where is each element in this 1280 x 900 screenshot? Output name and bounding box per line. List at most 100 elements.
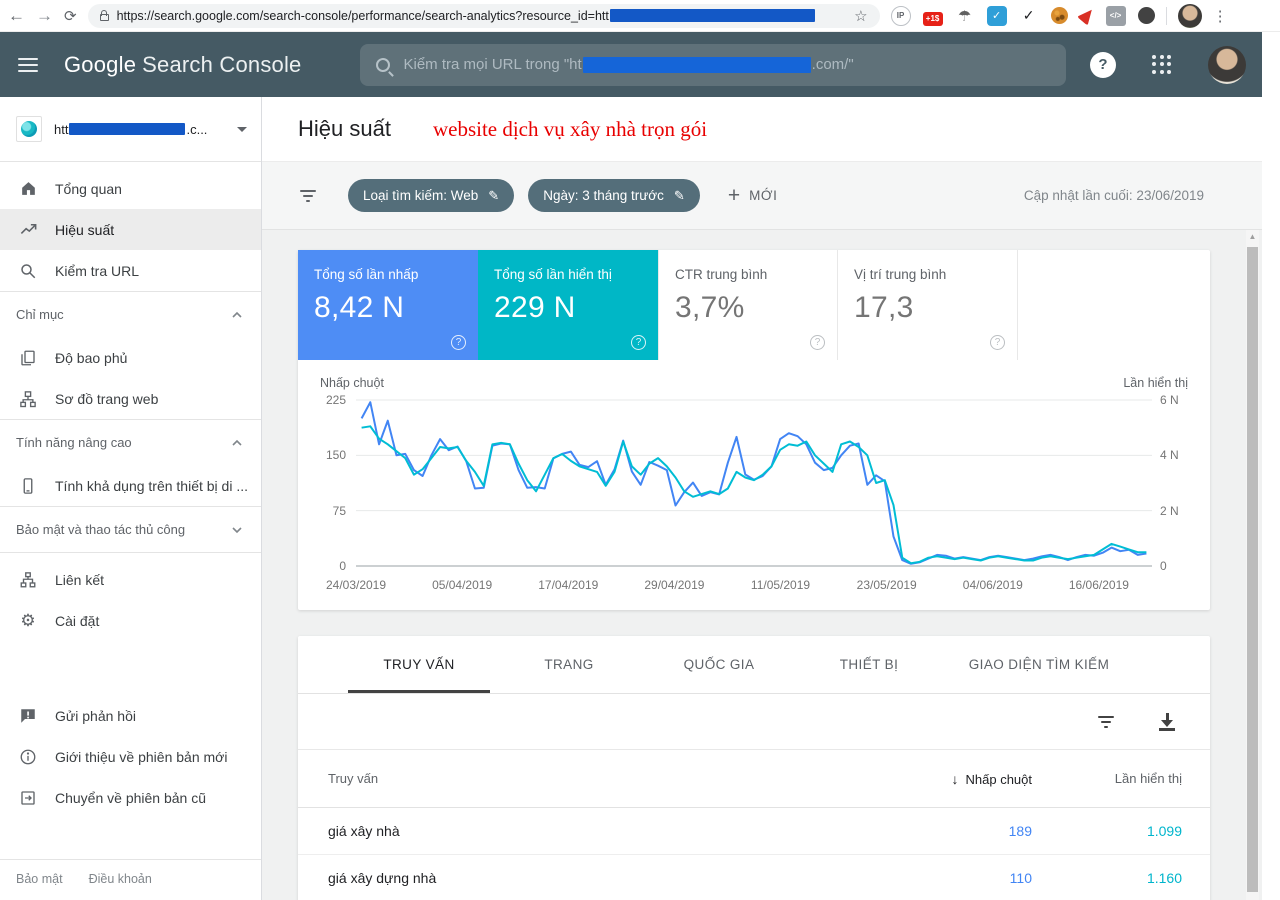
property-selector[interactable]: htt .c... bbox=[0, 97, 261, 162]
impressions-cell: 1.099 bbox=[1032, 823, 1182, 839]
new-filter-button[interactable]: + MỚI bbox=[728, 184, 778, 208]
sidebar-item-overview[interactable]: Tổng quan bbox=[0, 168, 261, 209]
browser-chrome: ← → ⟳ https://search.google.com/search-c… bbox=[0, 0, 1280, 32]
last-updated-text: Cập nhật lần cuối: 23/06/2019 bbox=[1024, 188, 1232, 203]
tab-pages[interactable]: TRANG bbox=[494, 636, 644, 693]
chip-label: Loại tìm kiếm: Web bbox=[363, 188, 478, 203]
metric-card-position[interactable]: Vị trí trung bình 17,3 ? bbox=[838, 250, 1018, 360]
metric-value: 8,42 N bbox=[314, 291, 462, 325]
clicks-cell: 189 bbox=[862, 823, 1032, 839]
rocket-extension-icon[interactable] bbox=[1076, 5, 1096, 25]
sidebar-item-mobile-usability[interactable]: Tính khả dụng trên thiết bị di ... bbox=[0, 465, 261, 506]
tab-search-appearance[interactable]: GIAO DIỆN TÌM KIẾM bbox=[944, 636, 1134, 693]
sidebar-item-performance[interactable]: Hiệu suất bbox=[0, 209, 261, 250]
umbrella-extension-icon[interactable]: ☂ bbox=[955, 6, 975, 26]
query-cell: giá xây nhà bbox=[328, 823, 862, 839]
table-row[interactable]: giá xây nhà 189 1.099 bbox=[298, 808, 1210, 855]
clicks-cell: 110 bbox=[862, 870, 1032, 886]
checkmark-extension-icon[interactable]: ✓ bbox=[1019, 6, 1039, 26]
left-tick-label: 150 bbox=[326, 448, 346, 462]
column-header-clicks[interactable]: ↓Nhấp chuột bbox=[862, 771, 1032, 787]
new-filter-label: MỚI bbox=[749, 188, 777, 203]
help-button[interactable]: ? bbox=[1090, 52, 1116, 78]
sidebar-item-about-new-version[interactable]: Giới thiệu về phiên bản mới bbox=[0, 736, 261, 777]
metric-card-ctr[interactable]: CTR trung bình 3,7% ? bbox=[658, 250, 838, 360]
tab-queries[interactable]: TRUY VẤN bbox=[344, 636, 494, 693]
privacy-link[interactable]: Bảo mật bbox=[16, 872, 63, 886]
metric-value: 229 N bbox=[494, 291, 642, 325]
app-logo[interactable]: GoogleSearch Console bbox=[64, 52, 302, 78]
cashback-extension-icon[interactable]: +1$ bbox=[923, 12, 943, 26]
date-range-chip[interactable]: Ngày: 3 tháng trước ✎ bbox=[528, 179, 700, 212]
scrollbar-up-arrow[interactable]: ▲ bbox=[1246, 232, 1259, 241]
search-type-chip[interactable]: Loại tìm kiếm: Web ✎ bbox=[348, 179, 514, 212]
column-header-clicks-label: Nhấp chuột bbox=[966, 772, 1033, 787]
table-toolbar bbox=[298, 694, 1210, 750]
search-placeholder-suffix: .com/" bbox=[812, 56, 854, 73]
column-header-query[interactable]: Truy vấn bbox=[328, 771, 862, 786]
line-chart-plot[interactable] bbox=[356, 398, 1152, 568]
left-axis-title: Nhấp chuột bbox=[320, 376, 384, 390]
table-filter-icon[interactable] bbox=[1096, 716, 1116, 728]
sidebar-item-coverage[interactable]: Độ bao phủ bbox=[0, 337, 261, 378]
reload-button[interactable]: ⟳ bbox=[64, 7, 77, 25]
checkbox-extension-icon[interactable]: ✓ bbox=[987, 6, 1007, 26]
cookie-extension-icon[interactable] bbox=[1051, 7, 1068, 24]
page-scrollbar[interactable]: ▲ bbox=[1246, 230, 1259, 900]
tab-devices[interactable]: THIẾT BỊ bbox=[794, 636, 944, 693]
search-icon bbox=[376, 58, 390, 72]
help-icon[interactable]: ? bbox=[810, 335, 825, 350]
forward-button[interactable]: → bbox=[36, 7, 53, 24]
help-icon[interactable]: ? bbox=[631, 335, 646, 350]
chevron-down-icon bbox=[237, 127, 247, 132]
sidebar-item-label: Chuyển về phiên bản cũ bbox=[55, 790, 206, 806]
column-header-impressions[interactable]: Lần hiển thị bbox=[1032, 771, 1182, 786]
terms-link[interactable]: Điều khoản bbox=[89, 872, 152, 886]
filter-icon[interactable] bbox=[298, 190, 318, 202]
logo-search-console: Search Console bbox=[142, 52, 301, 77]
scrollbar-thumb[interactable] bbox=[1247, 247, 1258, 892]
url-text[interactable]: https://search.google.com/search-console… bbox=[117, 9, 815, 23]
home-icon bbox=[18, 179, 38, 199]
back-button[interactable]: ← bbox=[8, 7, 25, 24]
address-bar[interactable]: https://search.google.com/search-console… bbox=[88, 4, 880, 28]
url-inspect-search-input[interactable]: Kiểm tra mọi URL trong "ht .com/" bbox=[360, 44, 1066, 86]
bookmark-star-icon[interactable]: ☆ bbox=[854, 7, 867, 25]
download-icon[interactable] bbox=[1158, 713, 1176, 731]
browser-menu-icon[interactable]: ⋮ bbox=[1213, 7, 1228, 25]
account-avatar[interactable] bbox=[1208, 46, 1246, 84]
sidebar-item-links[interactable]: Liên kết bbox=[0, 559, 261, 600]
sidebar-item-old-version[interactable]: Chuyển về phiên bản cũ bbox=[0, 777, 261, 818]
incognito-extension-icon[interactable] bbox=[1138, 7, 1155, 24]
help-icon[interactable]: ? bbox=[990, 335, 1005, 350]
right-tick-label: 2 N bbox=[1160, 504, 1179, 518]
x-axis-tick-label: 29/04/2019 bbox=[644, 578, 704, 592]
extension-toolbar: IP +1$ ☂ ✓ ✓ </> bbox=[891, 6, 1155, 26]
table-row[interactable]: giá xây dựng nhà 110 1.160 bbox=[298, 855, 1210, 900]
sidebar-item-label: Tổng quan bbox=[55, 181, 122, 197]
metric-card-impressions[interactable]: Tổng số lần hiển thị 229 N ? bbox=[478, 250, 658, 360]
sidebar-item-url-inspection[interactable]: Kiểm tra URL bbox=[0, 250, 261, 291]
help-icon[interactable]: ? bbox=[451, 335, 466, 350]
property-favicon bbox=[16, 116, 42, 142]
search-icon bbox=[18, 261, 38, 281]
hamburger-menu-icon[interactable] bbox=[18, 58, 38, 72]
sidebar-item-sitemaps[interactable]: Sơ đồ trang web bbox=[0, 378, 261, 419]
search-placeholder-prefix: Kiểm tra mọi URL trong "ht bbox=[404, 56, 582, 73]
sidebar-section-index[interactable]: Chỉ mục bbox=[0, 292, 261, 337]
sidebar-item-label: Giới thiệu về phiên bản mới bbox=[55, 749, 227, 765]
chevron-up-icon bbox=[231, 309, 243, 321]
apps-grid-icon[interactable] bbox=[1152, 55, 1172, 75]
sidebar-item-settings[interactable]: ⚙ Cài đặt bbox=[0, 600, 261, 641]
metric-card-clicks[interactable]: Tổng số lần nhấp 8,42 N ? bbox=[298, 250, 478, 360]
code-extension-icon[interactable]: </> bbox=[1106, 6, 1126, 26]
browser-profile-avatar[interactable] bbox=[1178, 4, 1202, 28]
sidebar-item-label: Cài đặt bbox=[55, 613, 99, 629]
sidebar-section-enhancements[interactable]: Tính năng nâng cao bbox=[0, 420, 261, 465]
coverage-pages-icon bbox=[18, 348, 38, 368]
metric-label: Tổng số lần hiển thị bbox=[494, 267, 642, 282]
sidebar-section-security[interactable]: Bảo mật và thao tác thủ công bbox=[0, 507, 261, 552]
sidebar-item-feedback[interactable]: Gửi phản hồi bbox=[0, 695, 261, 736]
tab-countries[interactable]: QUỐC GIA bbox=[644, 636, 794, 693]
ip-extension-icon[interactable]: IP bbox=[891, 6, 911, 26]
